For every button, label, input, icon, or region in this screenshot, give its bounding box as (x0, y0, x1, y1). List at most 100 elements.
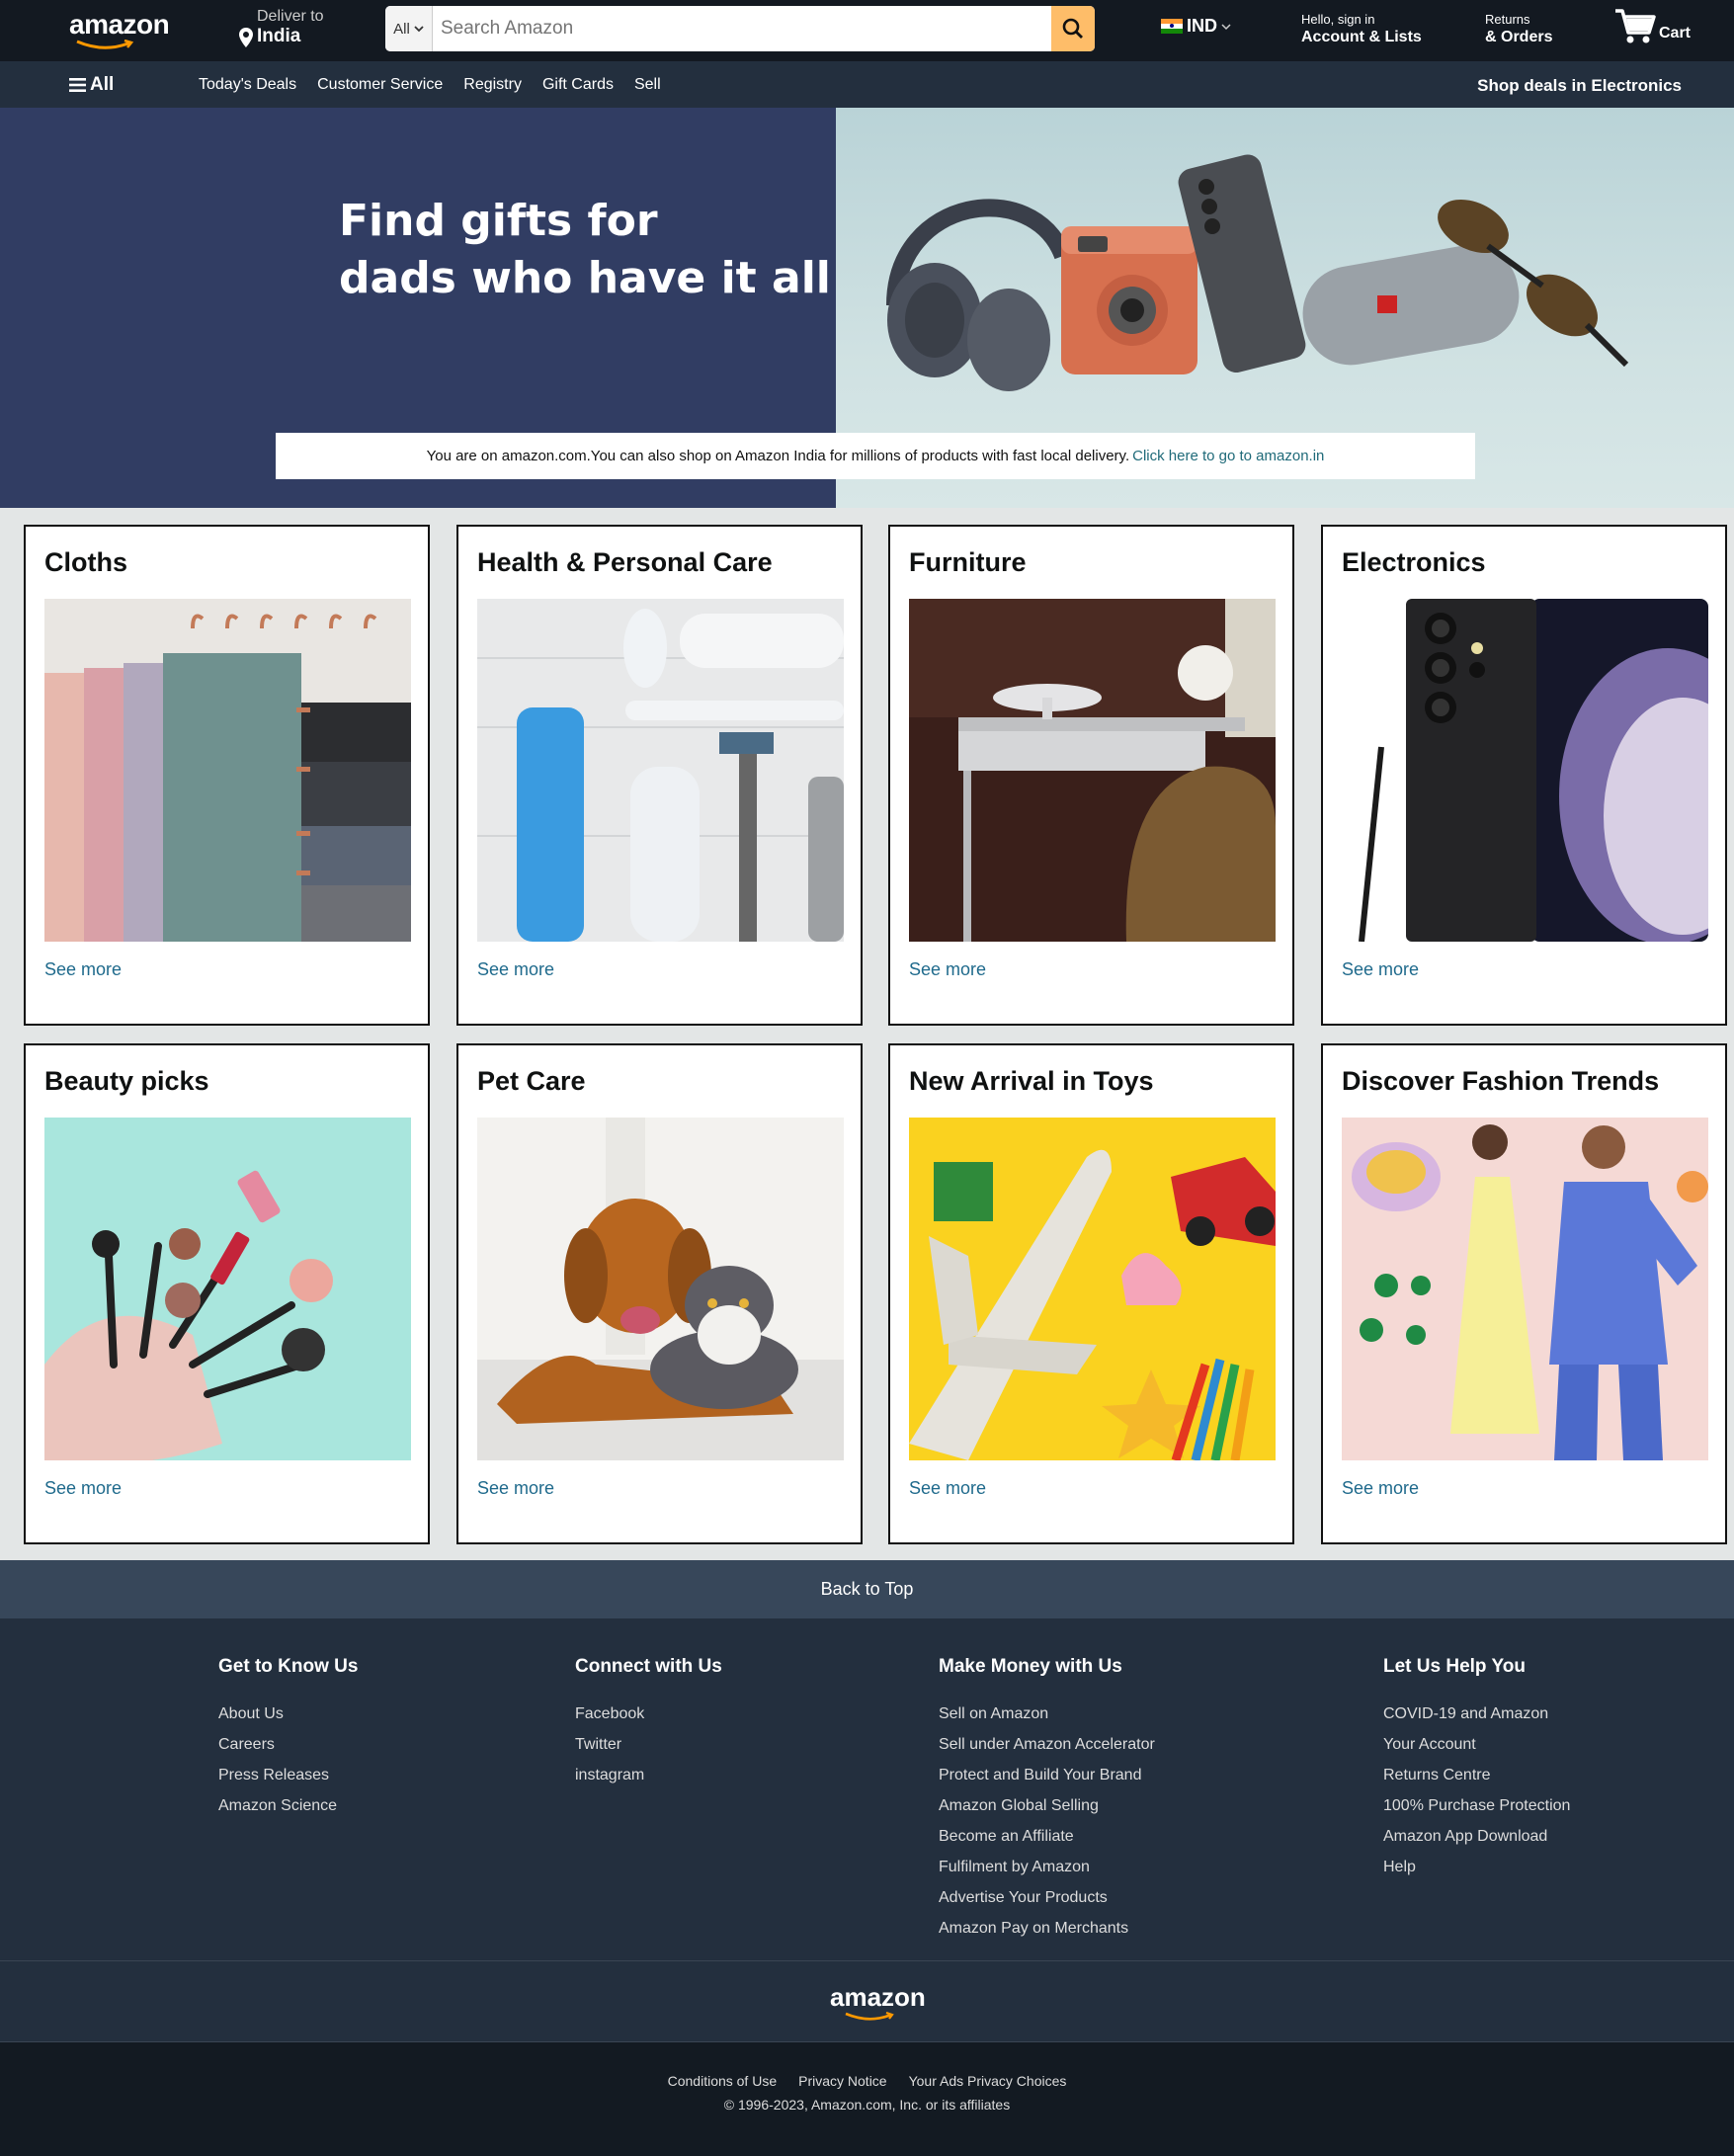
back-to-top-button[interactable]: Back to Top (0, 1560, 1734, 1618)
ads-privacy-link[interactable]: Your Ads Privacy Choices (909, 2073, 1067, 2089)
card-title: Pet Care (477, 1066, 586, 1096)
hamburger-icon (69, 78, 86, 92)
cart-icon (1615, 9, 1656, 43)
footer-link[interactable]: Sell under Amazon Accelerator (939, 1729, 1155, 1760)
all-menu-button[interactable]: All (69, 74, 114, 96)
deliver-label: Deliver to (257, 8, 324, 25)
footer-link[interactable]: Sell on Amazon (939, 1699, 1155, 1729)
card-image-health[interactable] (477, 599, 844, 942)
footer-link[interactable]: Amazon Science (218, 1790, 358, 1821)
footer-column-help: Let Us Help You COVID-19 and Amazon Your… (1383, 1656, 1570, 1882)
card-title: New Arrival in Toys (909, 1066, 1154, 1096)
dog-and-cat-image (477, 1118, 844, 1460)
card-title: Health & Personal Care (477, 547, 773, 577)
category-card-furniture: Furniture See more (888, 525, 1294, 1026)
footer-link[interactable]: Press Releases (218, 1760, 358, 1790)
footer-link[interactable]: About Us (218, 1699, 358, 1729)
category-card-pet-care: Pet Care See more (456, 1043, 863, 1544)
smartphone-image (1342, 599, 1708, 942)
search-category-select[interactable]: All (385, 6, 433, 51)
footer-link[interactable]: Twitter (575, 1729, 722, 1760)
card-image-cloths[interactable] (44, 599, 411, 942)
nav-link-customer-service[interactable]: Customer Service (317, 76, 443, 94)
conditions-of-use-link[interactable]: Conditions of Use (668, 2073, 778, 2089)
category-card-health: Health & Personal Care See more (456, 525, 863, 1026)
hero-banner[interactable]: Find gifts for dads who have it all You … (0, 108, 1734, 508)
instant-camera-icon (1061, 226, 1197, 374)
card-image-toys[interactable] (909, 1118, 1276, 1460)
footer-logo-bar: amazon (0, 1960, 1734, 2042)
card-image-fashion[interactable] (1342, 1118, 1708, 1460)
footer-column-connect: Connect with Us Facebook Twitter instagr… (575, 1656, 722, 1790)
category-card-beauty: Beauty picks See more (24, 1043, 430, 1544)
account-lists[interactable]: Hello, sign in Account & Lists (1301, 12, 1422, 46)
returns-orders[interactable]: Returns & Orders (1485, 12, 1552, 46)
footer-link[interactable]: Your Account (1383, 1729, 1570, 1760)
deliver-location: India (257, 26, 301, 46)
shop-deals-electronics-link[interactable]: Shop deals in Electronics (1477, 76, 1682, 96)
chevron-down-icon (1221, 23, 1231, 30)
footer-link[interactable]: COVID-19 and Amazon (1383, 1699, 1570, 1729)
nav-link-registry[interactable]: Registry (463, 76, 522, 94)
amazon-logo[interactable]: amazon (69, 10, 172, 49)
nav-link-sell[interactable]: Sell (634, 76, 661, 94)
footer-link[interactable]: Fulfilment by Amazon (939, 1852, 1155, 1882)
language-selector[interactable]: IND (1161, 16, 1231, 37)
desk-and-chair-image (909, 599, 1276, 942)
locale-notice-text: You are on amazon.com.You can also shop … (426, 448, 1130, 464)
see-more-link[interactable]: See more (909, 959, 986, 980)
footer-link[interactable]: Help (1383, 1852, 1570, 1882)
card-title: Cloths (44, 547, 127, 577)
footer-link[interactable]: Protect and Build Your Brand (939, 1760, 1155, 1790)
see-more-link[interactable]: See more (1342, 959, 1419, 980)
see-more-link[interactable]: See more (44, 1478, 122, 1499)
footer-link[interactable]: 100% Purchase Protection (1383, 1790, 1570, 1821)
card-title: Electronics (1342, 547, 1486, 577)
card-title: Discover Fashion Trends (1342, 1066, 1660, 1096)
card-image-pet-care[interactable] (477, 1118, 844, 1460)
footer-link[interactable]: Returns Centre (1383, 1760, 1570, 1790)
go-to-amazon-in-link[interactable]: Click here to go to amazon.in (1132, 448, 1324, 464)
footer-amazon-logo[interactable]: amazon (830, 1982, 926, 2021)
search-icon (1062, 18, 1083, 39)
see-more-link[interactable]: See more (44, 959, 122, 980)
privacy-notice-link[interactable]: Privacy Notice (798, 2073, 886, 2089)
sub-nav: All Today's Deals Customer Service Regis… (0, 61, 1734, 108)
footer-link[interactable]: Amazon Global Selling (939, 1790, 1155, 1821)
copyright: © 1996-2023, Amazon.com, Inc. or its aff… (723, 2097, 1011, 2113)
footer-bottom: Conditions of Use Privacy Notice Your Ad… (0, 2042, 1734, 2156)
toiletries-image (477, 599, 844, 942)
footer-link[interactable]: instagram (575, 1760, 722, 1790)
footer-column-get-to-know-us: Get to Know Us About Us Careers Press Re… (218, 1656, 358, 1821)
card-image-beauty[interactable] (44, 1118, 411, 1460)
card-image-electronics[interactable] (1342, 599, 1708, 942)
cart-button[interactable]: Cart (1613, 7, 1691, 46)
see-more-link[interactable]: See more (1342, 1478, 1419, 1499)
nav-link-gift-cards[interactable]: Gift Cards (542, 76, 614, 94)
footer-column-make-money: Make Money with Us Sell on Amazon Sell u… (939, 1656, 1155, 1944)
top-nav: amazon Deliver to India All IND Hello, s… (0, 0, 1734, 61)
nav-link-todays-deals[interactable]: Today's Deals (199, 76, 296, 94)
card-image-furniture[interactable] (909, 599, 1276, 942)
footer-link[interactable]: Amazon App Download (1383, 1821, 1570, 1852)
location-pin-icon (239, 28, 253, 47)
search-input[interactable] (433, 6, 1051, 51)
see-more-link[interactable]: See more (477, 1478, 554, 1499)
footer-link[interactable]: Advertise Your Products (939, 1882, 1155, 1913)
footer-link[interactable]: Careers (218, 1729, 358, 1760)
category-card-fashion: Discover Fashion Trends See more (1321, 1043, 1727, 1544)
logo-smile-icon (76, 40, 134, 49)
footer-link[interactable]: Amazon Pay on Merchants (939, 1913, 1155, 1944)
toy-plane-image (909, 1118, 1276, 1460)
footer-links: Get to Know Us About Us Careers Press Re… (0, 1618, 1734, 1960)
card-title: Beauty picks (44, 1066, 209, 1096)
hero-headline: Find gifts for dads who have it all (339, 196, 831, 303)
fashion-models-image (1342, 1118, 1708, 1460)
see-more-link[interactable]: See more (909, 1478, 986, 1499)
search-button[interactable] (1051, 6, 1095, 51)
footer-link[interactable]: Become an Affiliate (939, 1821, 1155, 1852)
footer-link[interactable]: Facebook (575, 1699, 722, 1729)
see-more-link[interactable]: See more (477, 959, 554, 980)
makeup-bag-image (44, 1118, 411, 1460)
search-bar: All (385, 6, 1095, 51)
